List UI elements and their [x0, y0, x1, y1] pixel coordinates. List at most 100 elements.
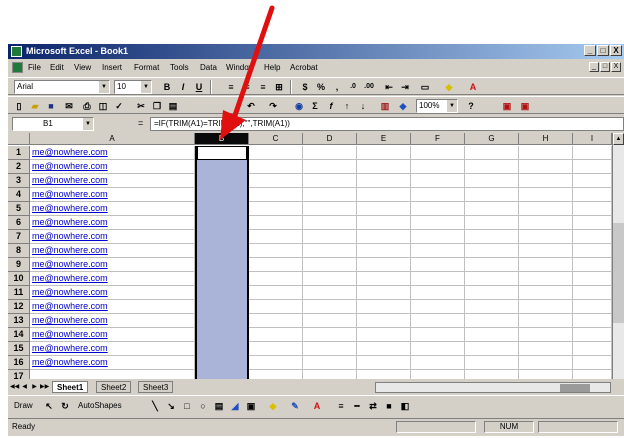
prev-sheet-icon[interactable]: ◀ [20, 382, 29, 392]
table-cell[interactable] [519, 174, 573, 188]
copy-icon[interactable]: ❐ [150, 99, 164, 113]
table-cell[interactable] [411, 146, 465, 160]
acrobat-convert-icon[interactable]: ▣ [500, 99, 514, 113]
selected-column-b[interactable] [195, 146, 249, 379]
table-cell[interactable] [411, 370, 465, 379]
table-cell[interactable] [303, 230, 357, 244]
table-cell[interactable] [411, 244, 465, 258]
3d-icon[interactable]: ◧ [398, 399, 412, 413]
table-cell[interactable] [573, 314, 612, 328]
italic-button[interactable]: I [176, 80, 190, 94]
table-cell[interactable] [357, 286, 411, 300]
table-cell[interactable] [519, 202, 573, 216]
table-cell[interactable] [249, 300, 303, 314]
rectangle-icon[interactable]: □ [180, 399, 194, 413]
table-cell[interactable] [249, 356, 303, 370]
merge-center-icon[interactable]: ⊞ [272, 80, 286, 94]
font-size-select[interactable]: 10 ▼ [114, 80, 152, 94]
doc-close-button[interactable]: X [611, 62, 621, 72]
table-cell[interactable] [411, 202, 465, 216]
new-file-icon[interactable]: ▯ [12, 99, 26, 113]
table-cell[interactable] [303, 160, 357, 174]
currency-button[interactable]: $ [298, 80, 312, 94]
row-header[interactable]: 3 [8, 174, 30, 188]
column-header-c[interactable]: C [249, 133, 303, 145]
table-cell[interactable] [303, 314, 357, 328]
undo-icon[interactable]: ↶ [244, 99, 258, 113]
email-icon[interactable]: ✉ [62, 99, 76, 113]
table-cell[interactable] [573, 328, 612, 342]
menu-insert[interactable]: Insert [102, 63, 122, 72]
table-cell[interactable] [411, 272, 465, 286]
wordart-icon[interactable]: ◢ [228, 399, 242, 413]
bold-button[interactable]: B [160, 80, 174, 94]
scroll-up-icon[interactable]: ▲ [613, 133, 624, 145]
cell-a[interactable] [30, 370, 195, 379]
menu-acrobat[interactable]: Acrobat [290, 63, 318, 72]
table-cell[interactable] [411, 188, 465, 202]
help-icon[interactable]: ? [464, 99, 478, 113]
table-cell[interactable] [249, 202, 303, 216]
next-sheet-icon[interactable]: ▶ [30, 382, 39, 392]
decrease-decimal-icon[interactable]: .00 [362, 80, 376, 94]
draw-menu-button[interactable]: Draw [14, 401, 33, 410]
first-sheet-icon[interactable]: ◀◀ [10, 382, 19, 392]
row-header[interactable]: 17 [8, 370, 30, 379]
table-cell[interactable] [357, 300, 411, 314]
table-cell[interactable] [519, 258, 573, 272]
name-box[interactable]: B1 ▼ [12, 117, 94, 131]
table-cell[interactable] [465, 342, 519, 356]
row-header[interactable]: 16 [8, 356, 30, 370]
table-cell[interactable] [411, 314, 465, 328]
row-header[interactable]: 9 [8, 258, 30, 272]
table-cell[interactable] [519, 314, 573, 328]
table-cell[interactable] [303, 146, 357, 160]
column-header-e[interactable]: E [357, 133, 411, 145]
table-cell[interactable] [411, 216, 465, 230]
column-header-f[interactable]: F [411, 133, 465, 145]
cell-a[interactable]: me@nowhere.com [30, 216, 195, 230]
dash-style-icon[interactable]: ┅ [350, 399, 364, 413]
row-header[interactable]: 12 [8, 300, 30, 314]
menu-view[interactable]: View [74, 63, 91, 72]
print-preview-icon[interactable]: ◫ [96, 99, 110, 113]
column-header-a[interactable]: A [30, 133, 195, 145]
table-cell[interactable] [465, 174, 519, 188]
table-cell[interactable] [357, 230, 411, 244]
scroll-thumb[interactable] [560, 384, 590, 392]
table-cell[interactable] [465, 300, 519, 314]
table-cell[interactable] [249, 272, 303, 286]
column-header-h[interactable]: H [519, 133, 573, 145]
table-cell[interactable] [573, 216, 612, 230]
cell-a[interactable]: me@nowhere.com [30, 342, 195, 356]
doc-minimize-button[interactable]: _ [589, 62, 599, 72]
table-cell[interactable] [519, 216, 573, 230]
sort-descending-icon[interactable]: ↓ [356, 99, 370, 113]
table-cell[interactable] [573, 300, 612, 314]
print-icon[interactable]: ⎙ [80, 99, 94, 113]
cell-a[interactable]: me@nowhere.com [30, 146, 195, 160]
arrow-style-icon[interactable]: ⇄ [366, 399, 380, 413]
column-header-g[interactable]: G [465, 133, 519, 145]
table-cell[interactable] [519, 300, 573, 314]
table-cell[interactable] [357, 244, 411, 258]
cell-a[interactable]: me@nowhere.com [30, 244, 195, 258]
chart-wizard-icon[interactable]: ▥ [378, 99, 392, 113]
table-cell[interactable] [573, 202, 612, 216]
table-cell[interactable] [249, 328, 303, 342]
row-header[interactable]: 2 [8, 160, 30, 174]
underline-button[interactable]: U [192, 80, 206, 94]
table-cell[interactable] [303, 328, 357, 342]
tab-sheet3[interactable]: Sheet3 [138, 381, 174, 393]
drawing-icon[interactable]: ◆ [396, 99, 410, 113]
zoom-select[interactable]: 100% ▼ [416, 99, 458, 113]
table-cell[interactable] [357, 258, 411, 272]
table-cell[interactable] [249, 174, 303, 188]
table-cell[interactable] [411, 300, 465, 314]
table-cell[interactable] [573, 244, 612, 258]
table-cell[interactable] [573, 370, 612, 379]
table-cell[interactable] [465, 244, 519, 258]
vertical-scrollbar[interactable]: ▲ [612, 133, 624, 379]
hyperlink-icon[interactable]: ◉ [292, 99, 306, 113]
table-cell[interactable] [519, 356, 573, 370]
